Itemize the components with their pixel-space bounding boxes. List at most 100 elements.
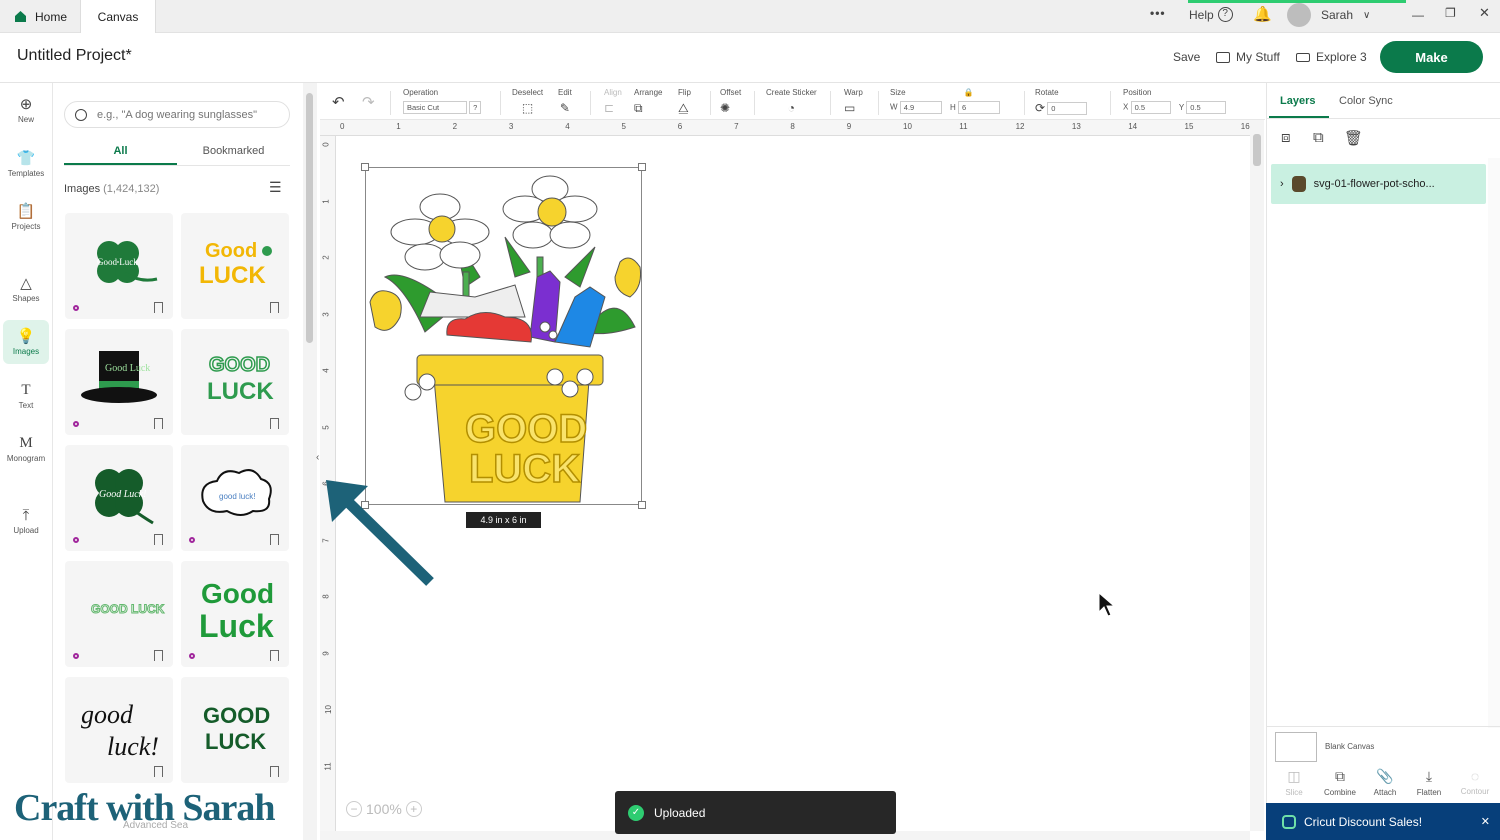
operation-select[interactable]: Basic Cut — [403, 101, 467, 114]
contour-button[interactable]: ◌ Contour — [1453, 768, 1497, 796]
rail-monogram[interactable]: M Monogram — [3, 427, 49, 471]
promo-close-icon[interactable]: ✕ — [1481, 815, 1490, 828]
make-button[interactable]: Make — [1380, 41, 1483, 73]
user-menu[interactable]: Sarah ∨ — [1287, 3, 1370, 27]
bookmark-icon[interactable] — [154, 418, 163, 429]
filter-icon[interactable]: ☰ — [269, 179, 282, 196]
tab-all[interactable]: All — [64, 145, 177, 157]
machine-button[interactable]: Explore 3 — [1296, 50, 1367, 64]
image-tile-good-luck-small[interactable]: GOOD LUCK — [65, 561, 173, 667]
combine-button[interactable]: ⧉ Combine — [1318, 768, 1362, 797]
chevron-right-icon[interactable]: › — [1280, 178, 1284, 190]
rail-images-label: Images — [12, 346, 40, 356]
group-icon[interactable]: ⧈ — [1281, 129, 1291, 146]
layer-row[interactable]: › svg-01-flower-pot-scho... — [1271, 164, 1486, 204]
redo-icon[interactable]: ↷ — [362, 93, 375, 111]
image-search[interactable] — [64, 101, 290, 128]
image-tile-good-luck-yellow[interactable]: Good LUCK — [181, 213, 289, 319]
rotate-input[interactable]: 0 — [1047, 101, 1088, 115]
arrange-group[interactable]: Arrange ⧉ — [634, 88, 662, 116]
ruler-top-tick: 0 — [340, 122, 345, 131]
tab-home[interactable]: Home — [0, 0, 78, 33]
image-tile-good-luck-green[interactable]: Good Luck — [181, 561, 289, 667]
save-label: Save — [1173, 50, 1201, 64]
zoom-out-button[interactable]: − — [346, 801, 362, 817]
resize-handle-top-right[interactable] — [638, 163, 646, 171]
offset-group[interactable]: Offset ✺ — [720, 88, 741, 115]
zoom-in-button[interactable]: + — [405, 801, 422, 817]
image-tile-clover-good-luck[interactable]: Good Luck — [65, 213, 173, 319]
premium-dot — [73, 653, 79, 659]
image-tile-good-luck-stars[interactable]: GOOD LUCK — [181, 677, 289, 783]
maximize-button[interactable]: ❐ — [1445, 6, 1456, 20]
panel-scrollbar[interactable] — [303, 83, 317, 840]
search-input[interactable] — [97, 108, 277, 121]
minimize-button[interactable]: — — [1412, 8, 1424, 22]
image-tile-clover-dark[interactable]: Good Luck! — [65, 445, 173, 551]
promo-banner[interactable]: Cricut Discount Sales! ✕ — [1266, 803, 1500, 840]
bookmark-icon[interactable] — [154, 534, 163, 545]
rail-text[interactable]: T Text — [3, 374, 49, 418]
create-sticker-group[interactable]: Create Sticker ◔ — [766, 88, 817, 115]
warp-group[interactable]: Warp ▭ — [844, 88, 863, 115]
bookmark-icon[interactable] — [270, 534, 279, 545]
slice-button[interactable]: ◫ Slice — [1272, 768, 1316, 797]
height-input[interactable]: 6 — [958, 101, 1001, 114]
undo-icon[interactable]: ↶ — [332, 93, 345, 111]
deselect-icon: ⬚ — [521, 101, 534, 115]
project-title[interactable]: Untitled Project* — [17, 47, 132, 65]
rail-new[interactable]: ⊕ New — [3, 88, 49, 132]
bookmark-icon[interactable] — [270, 650, 279, 661]
align-group[interactable]: Align ⊏ — [604, 88, 622, 115]
width-input[interactable]: 4.9 — [899, 101, 942, 114]
bookmark-icon[interactable] — [154, 302, 163, 313]
flip-group[interactable]: Flip ⧋ — [678, 88, 691, 116]
rail-images[interactable]: 💡 Images — [3, 320, 49, 364]
ruler-top-tick: 2 — [452, 122, 458, 131]
image-tile-good-luck-outline[interactable]: GOOD LUCK — [181, 329, 289, 435]
premium-dot — [73, 305, 79, 311]
canvas-vertical-scrollbar[interactable] — [1250, 120, 1264, 831]
tab-color-sync[interactable]: Color Sync — [1339, 95, 1393, 107]
home-icon — [15, 11, 26, 22]
flatten-button[interactable]: ⤓ Flatten — [1407, 768, 1451, 797]
operation-help-icon[interactable]: ? — [469, 101, 482, 114]
bookmark-icon[interactable] — [270, 766, 279, 777]
rail-templates[interactable]: 👕 Templates — [3, 142, 49, 186]
tab-canvas[interactable]: Canvas — [80, 0, 156, 33]
collapse-panel-chevron-icon[interactable]: ‹ — [316, 452, 319, 463]
y-input[interactable]: 0.5 — [1186, 101, 1227, 114]
resize-handle-top-left[interactable] — [361, 163, 369, 171]
bookmark-icon[interactable] — [270, 418, 279, 429]
panel-scroll-thumb[interactable] — [306, 93, 313, 343]
rail-projects[interactable]: 📋 Projects — [3, 195, 49, 239]
bookmark-icon[interactable] — [154, 766, 163, 777]
attach-button[interactable]: 📎 Attach — [1363, 768, 1407, 797]
trash-icon[interactable]: 🗑 — [1344, 129, 1363, 147]
my-stuff-button[interactable]: My Stuff — [1216, 50, 1280, 64]
tab-bookmarked[interactable]: Bookmarked — [177, 145, 290, 157]
x-input[interactable]: 0.5 — [1130, 101, 1171, 114]
duplicate-icon[interactable]: ⧉ — [1313, 129, 1324, 146]
more-menu-button[interactable]: ••• — [1150, 6, 1166, 20]
deselect-group[interactable]: Deselect ⬚ — [512, 88, 543, 115]
save-button[interactable]: Save — [1173, 50, 1200, 64]
blank-canvas-row[interactable]: Blank Canvas — [1267, 726, 1500, 766]
rail-shapes[interactable]: △ Shapes — [3, 267, 49, 311]
bookmark-icon[interactable] — [270, 302, 279, 313]
help-button[interactable]: Help ? — [1189, 7, 1233, 22]
tab-layers[interactable]: Layers — [1280, 95, 1315, 107]
canvas-scroll-thumb[interactable] — [1253, 134, 1261, 166]
resize-handle-bottom-right[interactable] — [638, 501, 646, 509]
image-tile-good-luck-script[interactable]: good luck! — [65, 677, 173, 783]
edit-group[interactable]: Edit ✎ — [558, 88, 572, 115]
image-tile-top-hat[interactable]: Good Luck — [65, 329, 173, 435]
layers-scrollbar[interactable] — [1488, 158, 1500, 728]
bookmark-icon[interactable] — [154, 650, 163, 661]
close-window-button[interactable]: ✕ — [1479, 5, 1490, 21]
lock-icon[interactable]: 🔒 — [964, 88, 974, 97]
rail-upload[interactable]: ⤒ Upload — [3, 499, 49, 543]
image-tile-cloud-bubble[interactable]: good luck! — [181, 445, 289, 551]
selection-box[interactable] — [361, 163, 646, 509]
bell-icon[interactable]: 🔔 — [1253, 5, 1272, 23]
